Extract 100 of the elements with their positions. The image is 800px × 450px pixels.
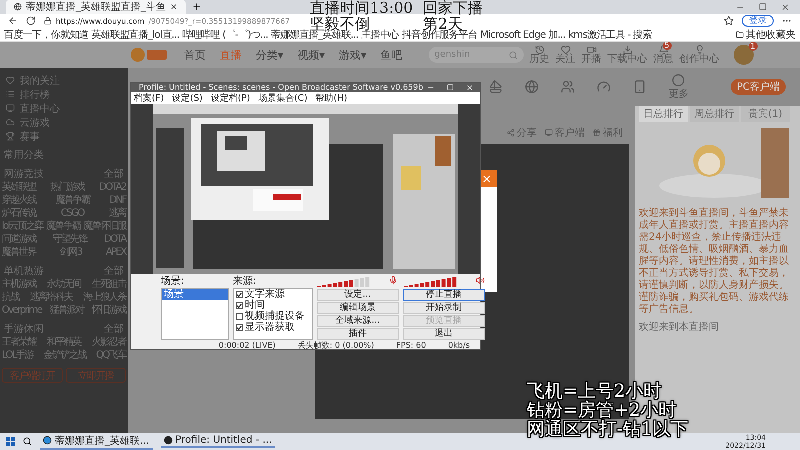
browser-tab[interactable]: 蒂娜娜直播_英雄联盟直播_斗鱼	[6, 0, 186, 14]
category-link[interactable]: 主机游戏	[2, 279, 36, 291]
nav-link[interactable]: 首页	[184, 48, 206, 62]
nav-link[interactable]: 直播	[220, 48, 242, 62]
category-link[interactable]: CSGO	[61, 208, 84, 220]
checkbox[interactable]	[236, 302, 243, 309]
taskbar-app[interactable]: 蒂娜娜直播_英雄联...	[40, 434, 153, 450]
scene-item[interactable]: 场景	[162, 289, 228, 300]
menu-item[interactable]: 档案(F)	[134, 92, 164, 104]
menu-item[interactable]: 设定(S)	[172, 92, 203, 104]
header-action[interactable]: 开播	[582, 45, 602, 65]
header-action[interactable]: 下载中心	[608, 45, 648, 65]
new-tab-icon[interactable]	[192, 2, 202, 12]
speaker-icon[interactable]	[476, 276, 485, 285]
category-link[interactable]: 和平精英	[47, 337, 81, 349]
taskbar-app[interactable]: Profile: Untitled - ...	[160, 435, 276, 448]
bookmark[interactable]: 英雄联盟直播_lol直...	[92, 28, 180, 42]
category-link[interactable]: lol云顶之弈	[2, 221, 44, 233]
obs-button[interactable]: 插件	[317, 328, 399, 340]
checkbox[interactable]	[236, 324, 243, 331]
maximize-icon[interactable]	[759, 3, 767, 11]
category-link[interactable]: 问道游戏	[2, 234, 36, 246]
reload-icon[interactable]	[26, 16, 36, 26]
nav-link[interactable]: 鱼吧	[380, 48, 403, 62]
sidebar-item[interactable]: 我的关注	[2, 74, 126, 87]
header-action[interactable]: 历史	[530, 45, 550, 65]
other-bookmarks[interactable]: 其他收藏夹	[736, 28, 796, 42]
category-link[interactable]: 王者荣耀	[2, 337, 36, 349]
close-button[interactable]: ×	[482, 172, 492, 186]
obs-button[interactable]: 退出	[403, 328, 485, 340]
bookmark[interactable]: 百度一下，你就知道	[4, 28, 89, 42]
close-icon[interactable]	[170, 3, 178, 11]
obs-button[interactable]: 设定...	[317, 289, 399, 301]
rank-tab[interactable]: 日总排行	[639, 106, 688, 122]
mic-icon[interactable]	[389, 276, 398, 285]
obs-button[interactable]: 全域来源...	[317, 315, 399, 327]
nav-link[interactable]: 分类▾	[256, 48, 284, 62]
star-icon[interactable]	[724, 16, 734, 26]
checkbox[interactable]	[236, 291, 243, 298]
sidebar-button[interactable]: 立即开播	[66, 368, 126, 383]
all-link[interactable]: 全部	[104, 264, 124, 278]
source-item[interactable]: 显示器获取	[245, 322, 295, 333]
rank-tab[interactable]: 周总排行	[690, 106, 739, 122]
all-link[interactable]: 全部	[104, 167, 124, 181]
category-link[interactable]: DOTA	[104, 234, 126, 246]
start-icon[interactable]	[6, 437, 15, 446]
obs-button[interactable]: 开始录制	[403, 302, 485, 314]
category-link[interactable]: Overprime	[2, 305, 42, 317]
obs-button[interactable]: 编辑场景	[317, 302, 399, 314]
header-action[interactable]: 关注	[556, 45, 576, 65]
menu-item[interactable]: 设定档(P)	[210, 92, 250, 104]
header-action[interactable]: 创作中心	[680, 45, 720, 65]
source-item[interactable]: 视频捕捉设备	[245, 311, 305, 322]
category-link[interactable]: 热门游戏	[50, 182, 85, 194]
category-link[interactable]: 魔兽世界	[2, 247, 36, 259]
category-link[interactable]: 逃离	[108, 208, 126, 220]
category-link[interactable]: 逃离塔科夫	[30, 292, 72, 304]
sidebar-item[interactable]: 排行榜	[2, 88, 126, 101]
category-link[interactable]: 魔兽怀旧服	[84, 221, 126, 233]
all-link[interactable]: 全部	[104, 322, 124, 336]
obs-button[interactable]: 停止直播	[403, 289, 485, 301]
checkbox[interactable]	[236, 313, 243, 320]
sidebar-item[interactable]: 云游戏	[2, 116, 126, 129]
category-link[interactable]: 炉石传说	[2, 208, 36, 220]
category-link[interactable]: DOTA2	[99, 182, 126, 194]
category-link[interactable]: 穿越火线	[2, 195, 36, 207]
category-link[interactable]: APEX	[106, 247, 126, 259]
back-icon[interactable]	[8, 16, 18, 26]
source-item[interactable]: 文字来源	[245, 289, 285, 300]
search-icon[interactable]	[23, 437, 32, 446]
category-link[interactable]: 生死狙击	[92, 279, 126, 291]
category-link[interactable]: LOL手游	[2, 350, 34, 362]
menu-item[interactable]: 场景集合(C)	[258, 92, 308, 104]
bookmark[interactable]: Microsoft Edge 加...	[480, 28, 566, 42]
close-icon[interactable]	[466, 84, 474, 92]
category-link[interactable]: 英雄联盟	[2, 182, 36, 194]
category-link[interactable]: 猛兽派对	[50, 305, 84, 317]
bookmark[interactable]: 哔哩哔哩 (゜-゜)つ...	[182, 28, 268, 42]
category-link[interactable]: 海上狼人杀	[84, 292, 126, 304]
category-link[interactable]: 火影忍者	[92, 337, 126, 349]
sidebar-item[interactable]: 赛事	[2, 130, 126, 143]
category-link[interactable]: 永劫无间	[47, 279, 81, 291]
sidebar-button[interactable]: 客户端打开	[2, 368, 62, 383]
category-link[interactable]: 剑网3	[60, 247, 82, 259]
category-link[interactable]: 魔兽争霸	[56, 195, 90, 207]
category-link[interactable]: QQ飞车	[96, 350, 126, 362]
bookmark[interactable]: kms激活工具 - 搜索	[568, 28, 652, 42]
sidebar-item[interactable]: 直播中心	[2, 102, 126, 115]
close-icon[interactable]	[781, 2, 790, 12]
category-link[interactable]: 抗战	[2, 292, 19, 304]
category-link[interactable]: 守望先锋	[53, 234, 88, 246]
category-link[interactable]: DNF	[110, 195, 126, 207]
menu-item[interactable]: 帮助(H)	[316, 92, 348, 104]
category-link[interactable]: 金铲铲之战	[43, 350, 86, 362]
category-link[interactable]: 魔兽争霸	[46, 221, 80, 233]
rank-tab[interactable]: 贵宾(1)	[741, 106, 790, 122]
category-link[interactable]: 怀旧游戏	[92, 305, 126, 317]
pc-client-button[interactable]: PC客户端	[730, 79, 786, 95]
login-button[interactable]: 登录	[742, 15, 774, 27]
nav-link[interactable]: 视频▾	[298, 48, 326, 62]
